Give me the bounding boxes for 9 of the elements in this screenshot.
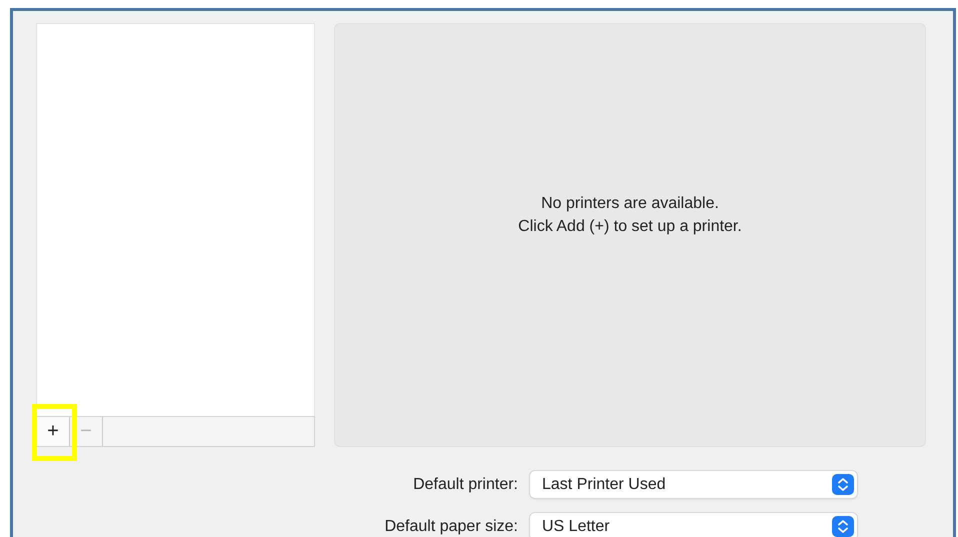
field-label: Default printer:: [412, 476, 518, 494]
empty-message: Click Add (+) to set up a printer.: [518, 217, 742, 237]
empty-message: No printers are available.: [541, 194, 719, 214]
chevron-updown-icon: [832, 474, 854, 495]
chevron-updown-icon: [832, 516, 854, 537]
popup-menu[interactable]: US Letter: [530, 513, 857, 537]
field-label: Default paper size:: [384, 518, 518, 536]
add-button[interactable]: +: [37, 417, 70, 446]
popup-menu[interactable]: Last Printer Used: [530, 471, 857, 498]
